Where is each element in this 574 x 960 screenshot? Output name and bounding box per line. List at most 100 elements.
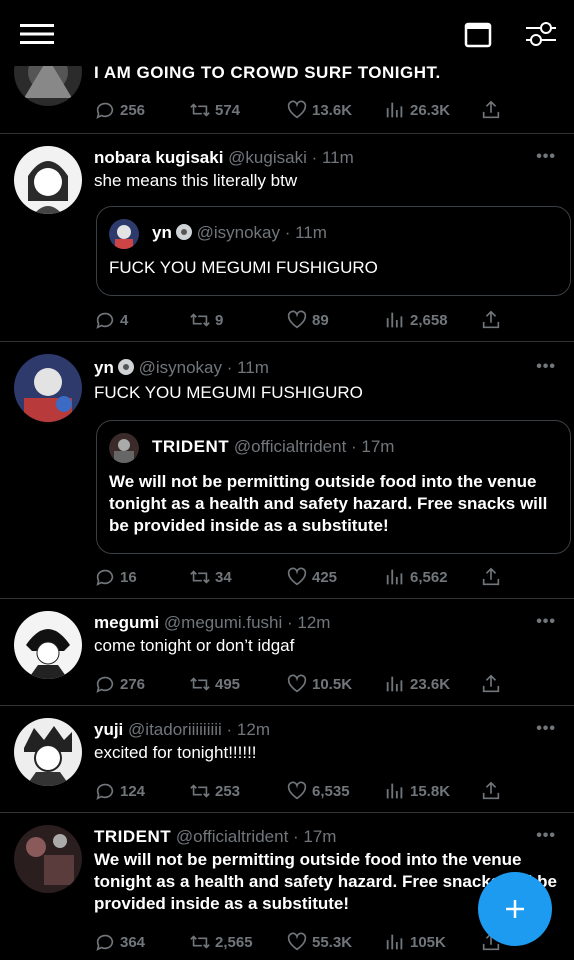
handle-time[interactable]: @isynokay · 11m xyxy=(139,358,269,377)
share-button[interactable] xyxy=(480,308,506,332)
reply-button[interactable]: 256 xyxy=(94,98,145,122)
reply-count: 4 xyxy=(120,311,129,329)
more-options-button[interactable]: ••• xyxy=(536,358,556,376)
reply-button[interactable]: 124 xyxy=(94,779,145,803)
handle-time[interactable]: @officialtrident · 17m xyxy=(176,827,337,846)
views-icon xyxy=(386,569,403,585)
quoted-tweet[interactable]: yn @isynokay · 11m FUCK YOU MEGUMI FUSHI… xyxy=(96,206,571,296)
more-options-button[interactable]: ••• xyxy=(536,613,556,631)
more-options-button[interactable]: ••• xyxy=(536,720,556,738)
views-button[interactable]: 23.6K xyxy=(384,672,450,696)
like-button[interactable]: 10.5K xyxy=(286,672,352,696)
share-icon xyxy=(482,567,500,586)
like-count: 55.3K xyxy=(312,933,353,951)
quoted-avatar xyxy=(109,433,139,463)
like-button[interactable]: 89 xyxy=(286,308,329,332)
retweet-icon xyxy=(190,570,210,584)
retweet-icon xyxy=(190,677,210,691)
display-name[interactable]: megumi xyxy=(94,613,159,632)
more-options-button[interactable]: ••• xyxy=(536,148,556,166)
views-count: 23.6K xyxy=(410,675,451,693)
reply-button[interactable]: 16 xyxy=(94,565,137,589)
like-icon xyxy=(287,932,307,951)
quoted-avatar xyxy=(109,219,139,249)
tweet-actions: 124 253 6,535 15.8K xyxy=(94,779,564,803)
tweet-header: yuji @itadoriiiiiiiii · 12m xyxy=(94,720,270,740)
tweet[interactable]: yn @isynokay · 11m ••• FUCK YOU MEGUMI F… xyxy=(0,342,574,599)
tweet[interactable]: nobara kugisaki @kugisaki · 11m ••• she … xyxy=(0,134,574,342)
like-button[interactable]: 425 xyxy=(286,565,337,589)
tweet[interactable]: megumi @megumi.fushi · 12m ••• come toni… xyxy=(0,599,574,706)
retweet-icon xyxy=(190,935,210,949)
quoted-handle: @officialtrident · 17m xyxy=(233,437,395,456)
compose-icon xyxy=(506,900,524,918)
retweet-button[interactable]: 253 xyxy=(189,779,240,803)
share-button[interactable] xyxy=(480,672,506,696)
avatar[interactable] xyxy=(14,146,82,214)
display-name[interactable]: yuji xyxy=(94,720,123,739)
avatar[interactable] xyxy=(14,825,82,893)
share-icon xyxy=(482,310,500,329)
handle-time[interactable]: @kugisaki · 11m xyxy=(228,148,354,167)
tweet-text: excited for tonight!!!!!! xyxy=(94,743,257,762)
reply-icon xyxy=(96,676,114,693)
retweet-count: 2,565 xyxy=(215,933,253,951)
more-options-button[interactable]: ••• xyxy=(536,827,556,845)
quoted-display-name: yn xyxy=(152,223,172,242)
cd-emoji-icon xyxy=(117,359,134,375)
menu-icon[interactable] xyxy=(20,22,54,46)
like-icon xyxy=(287,567,307,586)
avatar[interactable] xyxy=(14,354,82,422)
retweet-count: 253 xyxy=(215,782,241,800)
filter-icon[interactable] xyxy=(524,19,558,49)
tweet-actions: 16 34 425 6,562 xyxy=(94,565,564,589)
retweet-button[interactable]: 34 xyxy=(189,565,232,589)
reply-button[interactable]: 4 xyxy=(94,308,128,332)
avatar[interactable] xyxy=(14,611,82,679)
quoted-handle: @isynokay · 11m xyxy=(196,223,327,242)
reply-button[interactable]: 364 xyxy=(94,930,145,954)
views-button[interactable]: 15.8K xyxy=(384,779,450,803)
quoted-text: FUCK YOU MEGUMI FUSHIGURO xyxy=(109,258,378,277)
calendar-icon[interactable] xyxy=(463,19,493,49)
tweet-text: FUCK YOU MEGUMI FUSHIGURO xyxy=(94,383,363,402)
compose-button[interactable] xyxy=(478,872,552,946)
tweet[interactable]: yuji @itadoriiiiiiiii · 12m ••• excited … xyxy=(0,706,574,813)
share-button[interactable] xyxy=(480,98,506,122)
reply-count: 256 xyxy=(120,101,146,119)
quoted-header: yn @isynokay · 11m xyxy=(152,223,327,243)
views-button[interactable]: 6,562 xyxy=(384,565,448,589)
display-name[interactable]: yn xyxy=(94,358,114,377)
retweet-button[interactable]: 2,565 xyxy=(189,930,253,954)
views-button[interactable]: 26.3K xyxy=(384,98,450,122)
quoted-display-name: TRIDENT xyxy=(152,437,230,456)
handle-time[interactable]: @megumi.fushi · 12m xyxy=(164,613,331,632)
like-button[interactable]: 13.6K xyxy=(286,98,352,122)
like-button[interactable]: 55.3K xyxy=(286,930,352,954)
retweet-button[interactable]: 574 xyxy=(189,98,240,122)
retweet-button[interactable]: 9 xyxy=(189,308,223,332)
display-name[interactable]: nobara kugisaki xyxy=(94,148,223,167)
views-count: 2,658 xyxy=(410,311,448,329)
share-button[interactable] xyxy=(480,565,506,589)
like-count: 89 xyxy=(312,311,329,329)
tweet-actions: 256 574 13.6K 26.3K xyxy=(94,98,564,122)
reply-button[interactable]: 276 xyxy=(94,672,145,696)
views-button[interactable]: 105K xyxy=(384,930,446,954)
like-button[interactable]: 6,535 xyxy=(286,779,350,803)
retweet-button[interactable]: 495 xyxy=(189,672,240,696)
views-icon xyxy=(386,934,403,950)
retweet-count: 495 xyxy=(215,675,241,693)
handle-time[interactable]: @itadoriiiiiiiii · 12m xyxy=(128,720,270,739)
views-button[interactable]: 2,658 xyxy=(384,308,448,332)
tweet-actions: 4 9 89 2,658 xyxy=(94,308,564,332)
retweet-icon xyxy=(190,103,210,117)
quoted-tweet[interactable]: TRIDENT @officialtrident · 17m We will n… xyxy=(96,420,571,554)
tweet-header: megumi @megumi.fushi · 12m xyxy=(94,613,330,633)
display-name[interactable]: TRIDENT xyxy=(94,827,171,846)
share-icon xyxy=(482,674,500,693)
avatar[interactable] xyxy=(14,718,82,786)
views-icon xyxy=(386,312,403,328)
share-button[interactable] xyxy=(480,779,506,803)
quoted-text: We will not be permitting outside food i… xyxy=(109,472,548,535)
